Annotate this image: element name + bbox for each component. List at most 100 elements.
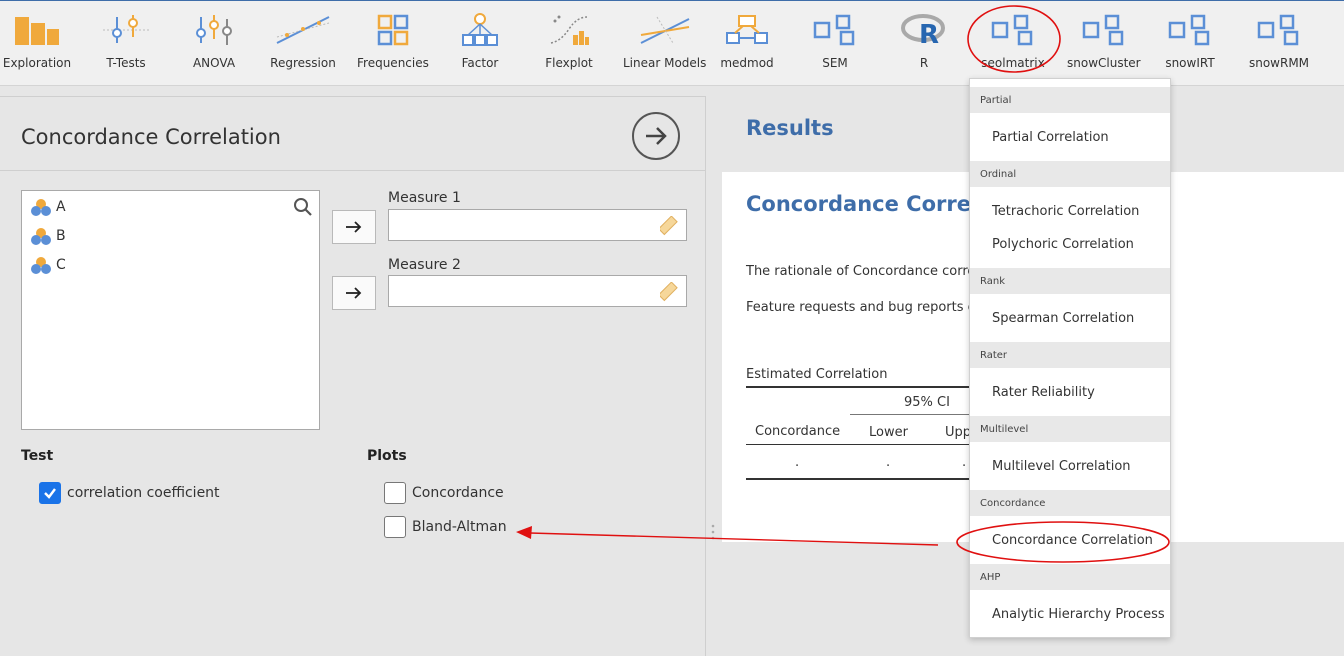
variable-item[interactable]: C bbox=[30, 254, 66, 276]
ribbon-factor[interactable]: Factor bbox=[445, 5, 515, 77]
correlation-coefficient-checkbox[interactable]: correlation coefficient bbox=[39, 482, 220, 504]
ribbon-sem[interactable]: SEM bbox=[800, 5, 870, 77]
test-section-title: Test bbox=[21, 448, 54, 464]
results-feedback-note: Feature requests and bug reports c bbox=[746, 300, 975, 315]
variable-list[interactable]: A B C bbox=[21, 190, 320, 430]
ribbon-flexplot[interactable]: Flexplot bbox=[534, 5, 604, 77]
menu-section-header: AHP bbox=[970, 564, 1170, 590]
menu-item-rater-reliability[interactable]: Rater Reliability bbox=[970, 377, 1170, 407]
module-icon bbox=[1244, 5, 1314, 55]
menu-item-multilevel-correlation[interactable]: Multilevel Correlation bbox=[970, 451, 1170, 481]
ribbon-label: Exploration bbox=[2, 56, 72, 70]
variable-item[interactable]: A bbox=[30, 196, 66, 218]
variable-name: A bbox=[56, 199, 66, 215]
table-cell-concordance: . bbox=[795, 455, 800, 470]
measure1-label: Measure 1 bbox=[388, 190, 461, 206]
module-icon bbox=[978, 5, 1048, 55]
ribbon-label: Linear Models bbox=[623, 56, 707, 70]
ribbon-seolmatrix[interactable]: seolmatrix bbox=[978, 5, 1048, 77]
checkbox-unchecked[interactable] bbox=[384, 516, 406, 538]
menu-item-spearman-correlation[interactable]: Spearman Correlation bbox=[970, 303, 1170, 333]
table-top-rule bbox=[746, 386, 986, 388]
exploration-icon bbox=[2, 5, 72, 55]
ruler-icon bbox=[660, 216, 678, 236]
menu-section-header: Concordance bbox=[970, 490, 1170, 516]
menu-section-header: Ordinal bbox=[970, 161, 1170, 187]
module-icon bbox=[800, 5, 870, 55]
medmod-icon bbox=[712, 5, 782, 55]
ribbon-frequencies[interactable]: Frequencies bbox=[357, 5, 429, 77]
ribbon-snowcluster[interactable]: snowCluster bbox=[1067, 5, 1141, 77]
table-ci-header: 95% CI bbox=[904, 395, 950, 410]
t-tests-icon bbox=[91, 5, 161, 55]
analysis-header: Concordance Correlation bbox=[0, 97, 705, 171]
ribbon-t-tests[interactable]: T-Tests bbox=[91, 5, 161, 77]
table-col-lower: Lower bbox=[869, 425, 908, 440]
analysis-options-panel: Concordance Correlation A B C Measure 1 … bbox=[0, 96, 706, 656]
table-header-rule bbox=[746, 444, 986, 445]
concordance-plot-checkbox[interactable]: Concordance bbox=[384, 482, 504, 504]
regression-icon bbox=[268, 5, 338, 55]
move-to-measure1-button[interactable] bbox=[332, 210, 376, 244]
frequencies-icon bbox=[358, 5, 428, 55]
search-icon[interactable] bbox=[293, 197, 313, 217]
ribbon-label: R bbox=[919, 56, 929, 70]
nominal-variable-icon bbox=[31, 228, 51, 245]
variable-name: B bbox=[56, 228, 66, 244]
results-analysis-title: Concordance Correla bbox=[746, 192, 993, 216]
table-cell-lower: . bbox=[886, 455, 891, 470]
variable-item[interactable]: B bbox=[30, 225, 66, 247]
ruler-icon bbox=[660, 282, 678, 302]
ribbon-label: snowIRT bbox=[1165, 56, 1215, 70]
table-bottom-rule bbox=[746, 478, 986, 480]
menu-item-concordance-correlation[interactable]: Concordance Correlation bbox=[970, 525, 1170, 555]
ribbon-exploration[interactable]: Exploration bbox=[2, 5, 72, 77]
menu-item-tetrachoric-correlation[interactable]: Tetrachoric Correlation bbox=[970, 196, 1170, 226]
panel-splitter-handle[interactable] bbox=[711, 524, 715, 540]
ribbon-medmod[interactable]: medmod bbox=[712, 5, 782, 77]
ribbon-label: seolmatrix bbox=[981, 56, 1045, 70]
flexplot-icon bbox=[534, 5, 604, 55]
menu-section-header: Rank bbox=[970, 268, 1170, 294]
factor-icon bbox=[445, 5, 515, 55]
nominal-variable-icon bbox=[31, 257, 51, 274]
ribbon-regression[interactable]: Regression bbox=[268, 5, 338, 77]
checkmark-icon bbox=[44, 488, 56, 499]
checkbox-checked[interactable] bbox=[39, 482, 61, 504]
linear-models-icon bbox=[630, 5, 700, 55]
anova-icon bbox=[179, 5, 249, 55]
nominal-variable-icon bbox=[31, 199, 51, 216]
ribbon-anova[interactable]: ANOVA bbox=[179, 5, 249, 77]
bland-altman-plot-checkbox[interactable]: Bland-Altman bbox=[384, 516, 507, 538]
table-col-concordance: Concordance bbox=[755, 424, 841, 439]
arrow-right-icon bbox=[346, 221, 362, 233]
move-to-measure2-button[interactable] bbox=[332, 276, 376, 310]
ribbon-label: Factor bbox=[461, 56, 499, 70]
menu-item-polychoric-correlation[interactable]: Polychoric Correlation bbox=[970, 229, 1170, 259]
svg-text:R: R bbox=[919, 20, 939, 47]
ribbon-label: Regression bbox=[270, 56, 336, 70]
measure2-label: Measure 2 bbox=[388, 257, 461, 273]
menu-section-header: Partial bbox=[970, 87, 1170, 113]
table-col-upper: Upp bbox=[945, 425, 972, 440]
variable-name: C bbox=[56, 257, 66, 273]
ribbon-toolbar: Exploration T-Tests ANOVA Regression Fre… bbox=[0, 0, 1344, 86]
ribbon-linear-models[interactable]: Linear Models bbox=[623, 5, 706, 77]
menu-section-header: Rater bbox=[970, 342, 1170, 368]
module-icon bbox=[1069, 5, 1139, 55]
module-icon bbox=[1155, 5, 1225, 55]
ribbon-snowirt[interactable]: snowIRT bbox=[1155, 5, 1225, 77]
menu-item-partial-correlation[interactable]: Partial Correlation bbox=[970, 122, 1170, 152]
checkbox-unchecked[interactable] bbox=[384, 482, 406, 504]
measure2-target[interactable] bbox=[388, 275, 687, 307]
ribbon-label: medmod bbox=[720, 56, 774, 70]
ribbon-snowrmm[interactable]: snowRMM bbox=[1244, 5, 1314, 77]
measure1-target[interactable] bbox=[388, 209, 687, 241]
ribbon-r[interactable]: R R bbox=[889, 5, 959, 77]
arrow-right-icon bbox=[646, 127, 667, 145]
menu-section-header: Multilevel bbox=[970, 416, 1170, 442]
arrow-right-icon bbox=[346, 287, 362, 299]
menu-item-analytic-hierarchy-process[interactable]: Analytic Hierarchy Process bbox=[970, 599, 1170, 629]
run-analysis-button[interactable] bbox=[632, 112, 680, 160]
r-icon: R bbox=[889, 5, 959, 55]
